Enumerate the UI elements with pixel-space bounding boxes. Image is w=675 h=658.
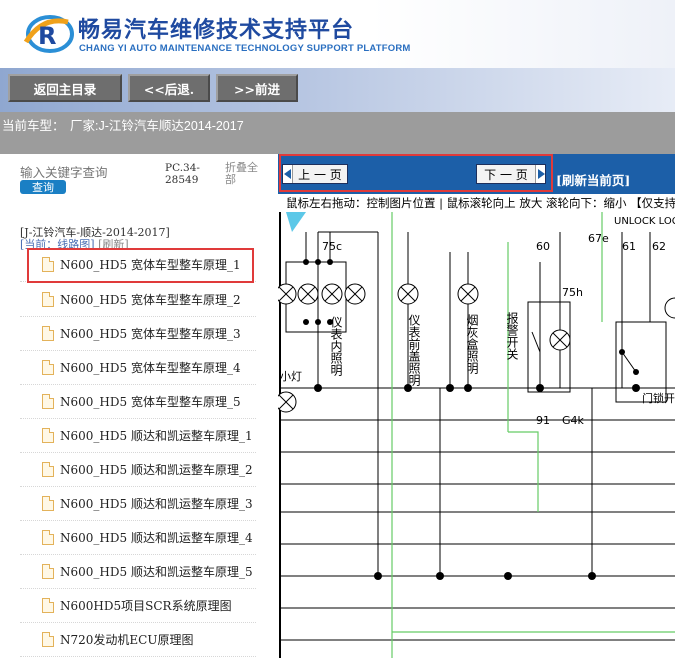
lamp-icon <box>549 329 571 351</box>
component-label: 仪表内照明 <box>329 316 343 377</box>
list-item-label: N720发动机ECU原理图 <box>60 633 194 647</box>
lamp-icon <box>397 283 419 305</box>
search-input[interactable] <box>20 166 150 180</box>
document-icon <box>42 394 54 409</box>
brand-subtitle: CHANG YI AUTO MAINTENANCE TECHNOLOGY SUP… <box>79 43 411 54</box>
vehicle-bar: 当前车型： 厂家:J-江铃汽车顺达2014-2017 <box>0 112 675 154</box>
brand-title: 畅易汽车维修技术支持平台 <box>78 18 355 43</box>
terminal-label: 67e <box>588 232 609 245</box>
document-icon <box>42 428 54 443</box>
document-icon <box>42 292 54 307</box>
component-label: 门锁开 <box>642 391 675 405</box>
sidebar: 查询 PC.34-28549 折叠全部 [J-江铃汽车-顺达-2014-2017… <box>0 154 272 658</box>
list-item-label: N600_HD5 宽体车型整车原理_4 <box>60 361 241 375</box>
document-icon <box>42 326 54 341</box>
list-item-label: N600_HD5 宽体车型整车原理_2 <box>60 293 241 307</box>
refresh-current-page-link[interactable]: [刷新当前页] <box>556 170 630 189</box>
list-item-label: N600_HD5 顺达和凯运整车原理_1 <box>60 429 253 443</box>
list-item-label: N600_HD5 顺达和凯运整车原理_3 <box>60 497 253 511</box>
component-label: 烟灰盒照明 <box>465 314 479 375</box>
component-label: 报警开关 <box>505 311 519 360</box>
search-button[interactable]: 查询 <box>20 180 66 194</box>
terminal-label: 61 <box>622 240 636 253</box>
terminal-label: 62 <box>652 240 666 253</box>
list-item[interactable]: N600_HD5 顺达和凯运整车原理_3 <box>20 487 256 521</box>
list-item[interactable]: N600_HD5 顺达和凯运整车原理_1 <box>20 419 256 453</box>
list-item-label: N600_HD5 顺达和凯运整车原理_4 <box>60 531 253 545</box>
svg-text:R: R <box>38 22 56 50</box>
document-icon <box>42 462 54 477</box>
terminal-label: G4k <box>562 414 585 427</box>
collapse-all-link[interactable]: 折叠全部 <box>225 162 265 186</box>
document-icon <box>42 632 54 647</box>
list-item[interactable]: N720发动机ECU原理图 <box>20 623 256 657</box>
nav-bar: 返回主目录 <<后退. >>前进 <box>0 68 675 112</box>
component-label: 仪表前盖照明 <box>407 314 421 387</box>
document-icon <box>42 564 54 579</box>
list-item[interactable]: N600_HD5 顺达和凯运整车原理_4 <box>20 521 256 555</box>
list-item[interactable]: N600_HD5 顺达和凯运整车原理_2 <box>20 453 256 487</box>
document-icon <box>42 598 54 613</box>
wiring-diagram[interactable]: 75c 60 67e 61 62 75h 91 G4k UNLOCK LOCK … <box>275 212 675 658</box>
list-item-label: N600_HD5 顺达和凯运整车原理_2 <box>60 463 253 477</box>
forward-button[interactable]: >>前进 <box>216 74 298 102</box>
terminal-label: 60 <box>536 240 550 253</box>
component-label: 小灯 <box>280 370 302 383</box>
wiring-diagram-svg[interactable]: 75c 60 67e 61 62 75h 91 G4k UNLOCK LOCK … <box>275 212 675 658</box>
list-item[interactable]: N600_HD5 宽体车型整车原理_2 <box>20 283 256 317</box>
paging-highlight <box>279 154 553 192</box>
pc-code: PC.34-28549 <box>165 162 200 186</box>
vehicle-value: 厂家:J-江铃汽车顺达2014-2017 <box>70 119 244 133</box>
document-icon <box>42 360 54 375</box>
list-item-label: N600_HD5 宽体车型整车原理_3 <box>60 327 241 341</box>
brand-logo-icon: R <box>23 15 74 53</box>
viewer-toolbar: 上 一 页 下 一 页 [刷新当前页] <box>278 154 675 194</box>
document-icon <box>42 530 54 545</box>
vehicle-label: 当前车型： <box>2 119 65 133</box>
list-item[interactable]: N600HD5项目SCR系统原理图 <box>20 589 256 623</box>
lamp-icon <box>457 283 479 305</box>
document-icon <box>42 496 54 511</box>
list-item-label: N600_HD5 顺达和凯运整车原理_5 <box>60 565 253 579</box>
switch-position-label: UNLOCK LOCK <box>614 216 675 227</box>
list-item-label: N600_HD5 宽体车型整车原理_5 <box>60 395 241 409</box>
list-item[interactable]: N600_HD5 宽体车型整车原理_4 <box>20 351 256 385</box>
list-item[interactable]: N600_HD5 顺达和凯运整车原理_5 <box>20 555 256 589</box>
header-banner: R 畅易汽车维修技术支持平台 CHANG YI AUTO MAINTENANCE… <box>0 0 675 68</box>
lamp-icon <box>275 391 297 413</box>
list-item[interactable]: N600_HD5 宽体车型整车原理_5 <box>20 385 256 419</box>
selected-item-highlight <box>27 248 254 283</box>
terminal-label: 75h <box>562 286 583 299</box>
diagram-viewer: 上 一 页 下 一 页 [刷新当前页] 鼠标左右拖动：控制图片位置 | 鼠标滚轮… <box>275 154 675 658</box>
home-button[interactable]: 返回主目录 <box>8 74 122 102</box>
list-item[interactable]: N600_HD5 宽体车型整车原理_3 <box>20 317 256 351</box>
viewer-hint: 鼠标左右拖动：控制图片位置 | 鼠标滚轮向上 放大 滚轮向下：缩小 【仅支持IE… <box>278 194 675 212</box>
back-button[interactable]: <<后退. <box>128 74 210 102</box>
terminal-label: 91 <box>536 414 550 427</box>
list-item-label: N600HD5项目SCR系统原理图 <box>60 599 232 613</box>
terminal-label: 75c <box>322 240 342 253</box>
